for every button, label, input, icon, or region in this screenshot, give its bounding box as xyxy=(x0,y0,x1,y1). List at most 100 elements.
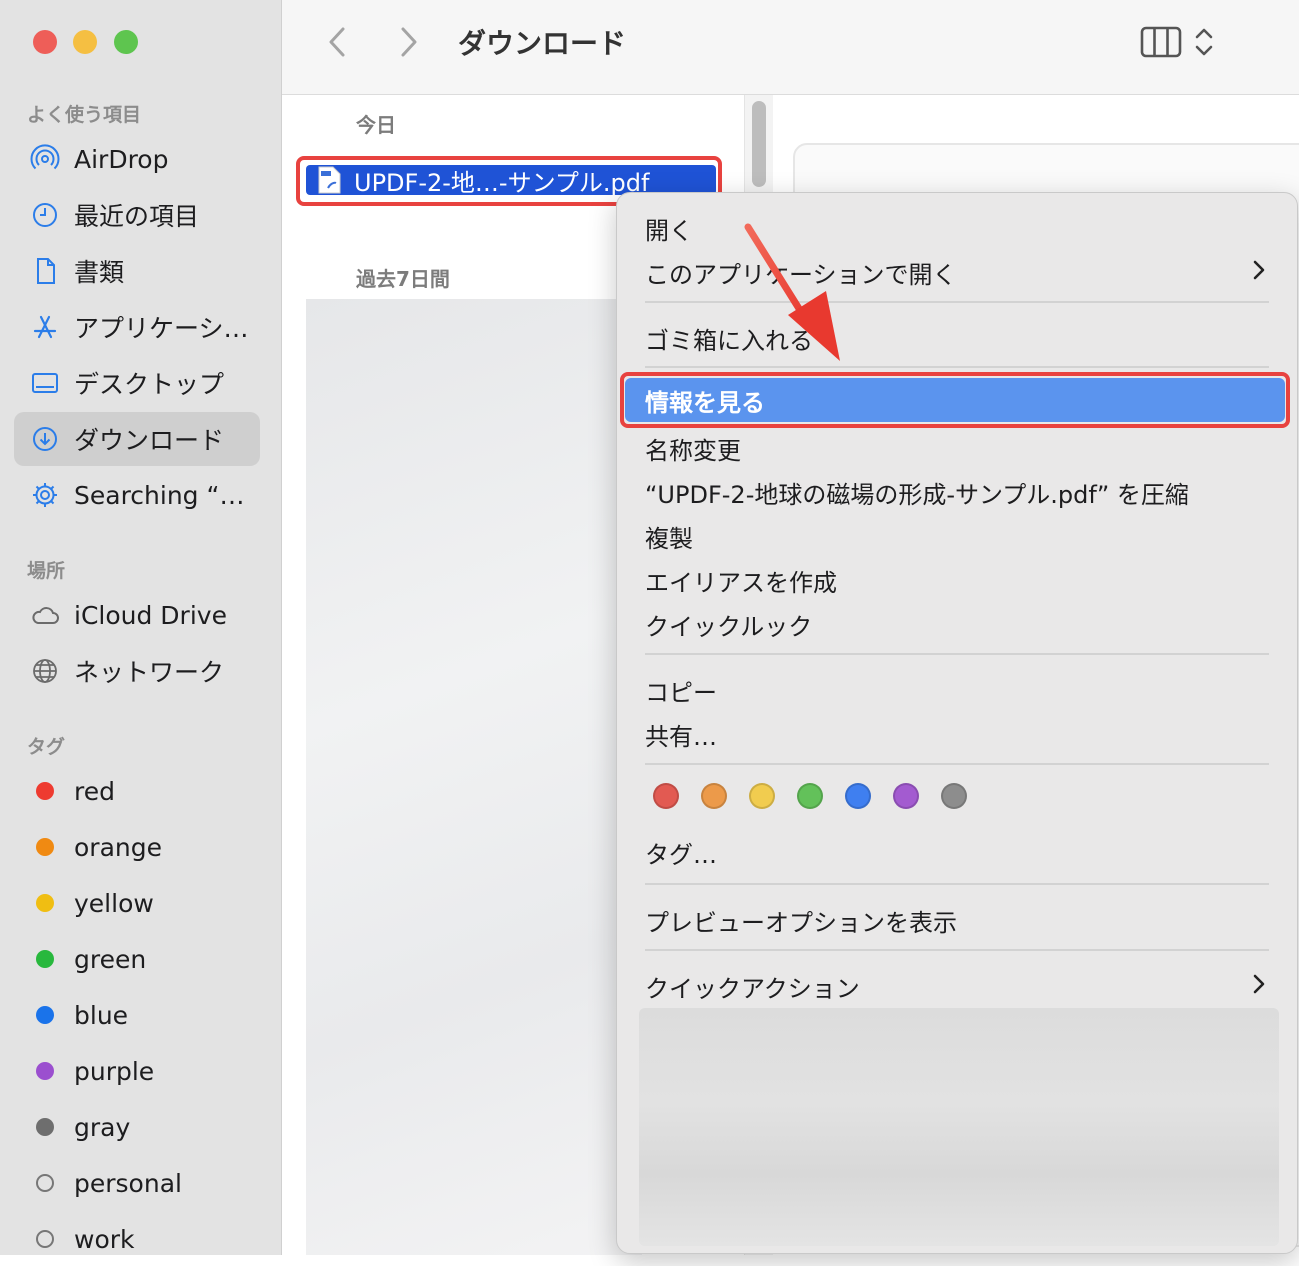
menu-item-quick-actions[interactable]: クイックアクション xyxy=(645,969,860,1004)
context-menu: 開く このアプリケーションで開く ゴミ箱に入れる 情報を見る 名称変更 “UPD… xyxy=(616,192,1298,1254)
purple-tag-dot-icon xyxy=(36,1062,54,1080)
sidebar-item-label: orange xyxy=(74,832,162,862)
group-header-past7days: 過去7日間 xyxy=(356,267,450,291)
menu-tag-red[interactable] xyxy=(653,783,679,809)
sidebar-tag-personal[interactable]: personal xyxy=(14,1156,260,1210)
sidebar-item-searching[interactable]: Searching “… xyxy=(14,468,260,522)
menu-tag-gray[interactable] xyxy=(941,783,967,809)
sidebar-item-icloud[interactable]: iCloud Drive xyxy=(14,588,260,642)
menu-item-share[interactable]: 共有… xyxy=(645,717,717,752)
get-info-highlight-box xyxy=(620,372,1290,428)
sidebar-tag-yellow[interactable]: yellow xyxy=(14,876,260,930)
locations-header: 場所 xyxy=(27,560,66,582)
sidebar: よく使う項目 AirDrop 最近の項目 書類 アプリケーシ… デスクトップ ダ… xyxy=(0,0,282,1255)
menu-item-open[interactable]: 開く xyxy=(645,211,693,246)
tags-header: タグ xyxy=(27,736,66,758)
red-tag-dot-icon xyxy=(36,782,54,800)
green-tag-dot-icon xyxy=(36,950,54,968)
sidebar-item-label: yellow xyxy=(74,888,154,918)
airdrop-icon xyxy=(28,142,62,176)
menu-tag-green[interactable] xyxy=(797,783,823,809)
sidebar-item-label: AirDrop xyxy=(74,144,169,174)
sidebar-item-label: Searching “… xyxy=(74,480,245,510)
menu-separator xyxy=(645,653,1269,655)
menu-item-show-preview-options[interactable]: プレビューオプションを表示 xyxy=(645,903,957,938)
sidebar-item-documents[interactable]: 書類 xyxy=(14,244,260,298)
sidebar-item-label: personal xyxy=(74,1168,182,1198)
sidebar-item-label: ダウンロード xyxy=(74,426,225,455)
menu-item-copy[interactable]: コピー xyxy=(645,673,717,708)
desktop-icon xyxy=(28,366,62,400)
sidebar-item-label: gray xyxy=(74,1112,131,1142)
sidebar-item-recents[interactable]: 最近の項目 xyxy=(14,188,260,242)
sidebar-tag-blue[interactable]: blue xyxy=(14,988,260,1042)
menu-item-compress[interactable]: “UPDF-2-地球の磁場の形成-サンプル.pdf” を圧縮 xyxy=(645,475,1189,510)
sidebar-tag-gray[interactable]: gray xyxy=(14,1100,260,1154)
gear-icon xyxy=(28,478,62,512)
sidebar-item-label: ネットワーク xyxy=(74,658,225,687)
zoom-window-button[interactable] xyxy=(114,30,138,54)
view-options-chevron-icon[interactable] xyxy=(1192,22,1216,62)
document-icon xyxy=(28,254,62,288)
sidebar-item-downloads[interactable]: ダウンロード xyxy=(14,412,260,466)
sidebar-item-label: red xyxy=(74,776,115,806)
sidebar-item-label: blue xyxy=(74,1000,129,1030)
toolbar: ダウンロード xyxy=(282,0,1299,95)
menu-tag-purple[interactable] xyxy=(893,783,919,809)
blue-tag-dot-icon xyxy=(36,1006,54,1024)
sidebar-item-desktop[interactable]: デスクトップ xyxy=(14,356,260,410)
submenu-chevron-icon xyxy=(1253,260,1265,280)
empty-tag-circle-icon xyxy=(36,1174,54,1192)
menu-item-quick-look[interactable]: クイックルック xyxy=(645,607,812,642)
sidebar-tag-orange[interactable]: orange xyxy=(14,820,260,874)
globe-icon xyxy=(28,654,62,688)
scrollbar-thumb[interactable] xyxy=(752,101,766,187)
blurred-file-list xyxy=(306,299,642,1255)
sidebar-item-label: green xyxy=(74,944,147,974)
menu-item-make-alias[interactable]: エイリアスを作成 xyxy=(645,563,837,598)
clock-icon xyxy=(28,198,62,232)
applications-icon xyxy=(28,310,62,344)
menu-item-tags[interactable]: タグ… xyxy=(645,835,717,870)
cloud-icon xyxy=(28,598,62,632)
sidebar-item-label: 最近の項目 xyxy=(74,202,200,231)
orange-tag-dot-icon xyxy=(36,838,54,856)
menu-separator xyxy=(645,366,1269,368)
menu-item-trash[interactable]: ゴミ箱に入れる xyxy=(645,321,813,356)
menu-item-open-with[interactable]: このアプリケーションで開く xyxy=(645,255,957,290)
sidebar-item-airdrop[interactable]: AirDrop xyxy=(14,132,260,186)
column-view-icon[interactable] xyxy=(1139,24,1183,60)
sidebar-tag-red[interactable]: red xyxy=(14,764,260,818)
sidebar-item-network[interactable]: ネットワーク xyxy=(14,644,260,698)
menu-item-duplicate[interactable]: 複製 xyxy=(645,519,693,554)
forward-chevron-icon[interactable] xyxy=(388,22,428,62)
sidebar-item-label: デスクトップ xyxy=(74,370,225,399)
download-icon xyxy=(28,422,62,456)
sidebar-item-applications[interactable]: アプリケーシ… xyxy=(14,300,260,354)
minimize-window-button[interactable] xyxy=(73,30,97,54)
gray-tag-dot-icon xyxy=(36,1118,54,1136)
sidebar-tag-green[interactable]: green xyxy=(14,932,260,986)
menu-tag-orange[interactable] xyxy=(701,783,727,809)
yellow-tag-dot-icon xyxy=(36,894,54,912)
menu-separator xyxy=(645,763,1269,765)
group-header-today: 今日 xyxy=(356,113,396,137)
sidebar-tag-purple[interactable]: purple xyxy=(14,1044,260,1098)
back-chevron-icon[interactable] xyxy=(318,22,358,62)
menu-separator xyxy=(645,949,1269,951)
sidebar-item-label: アプリケーシ… xyxy=(74,314,249,343)
menu-separator xyxy=(645,883,1269,885)
sidebar-tag-work[interactable]: work xyxy=(14,1212,260,1266)
sidebar-item-label: purple xyxy=(74,1056,155,1086)
sidebar-item-label: iCloud Drive xyxy=(74,600,227,630)
menu-item-rename[interactable]: 名称変更 xyxy=(645,431,741,466)
sidebar-item-label: work xyxy=(74,1224,135,1254)
submenu-chevron-icon xyxy=(1253,974,1265,994)
menu-tag-yellow[interactable] xyxy=(749,783,775,809)
empty-tag-circle-icon xyxy=(36,1230,54,1248)
blurred-menu-region xyxy=(639,1008,1279,1246)
close-window-button[interactable] xyxy=(33,30,57,54)
menu-tag-blue[interactable] xyxy=(845,783,871,809)
favorites-header: よく使う項目 xyxy=(27,104,142,126)
window-title: ダウンロード xyxy=(458,27,627,60)
